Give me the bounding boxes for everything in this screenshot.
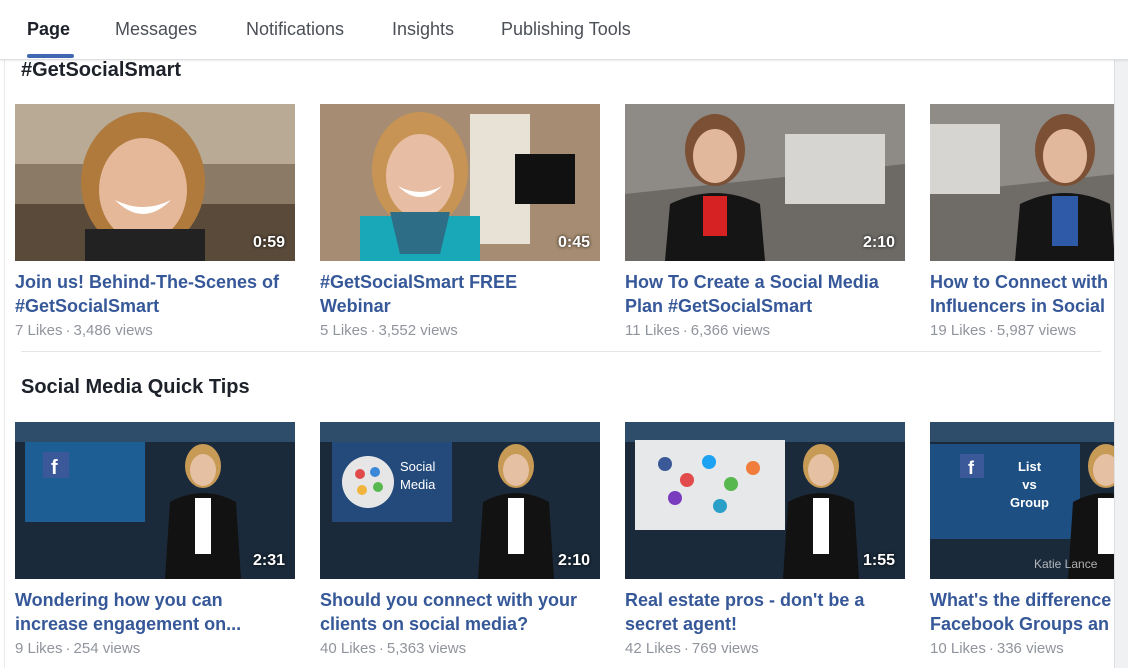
video-thumbnail[interactable]: f 2:31 (15, 422, 295, 579)
tab-insights[interactable]: Insights (392, 19, 454, 40)
meta-separator: · (682, 322, 688, 339)
likes-count: 42 Likes (625, 640, 681, 657)
likes-count: 11 Likes (625, 322, 680, 339)
video-card: f 2:31 Wondering how you can increase en… (15, 422, 295, 657)
likes-count: 9 Likes (15, 640, 63, 657)
active-tab-indicator (27, 54, 74, 58)
tab-page[interactable]: Page (27, 19, 70, 40)
play-video-area[interactable] (320, 104, 600, 261)
video-title-link[interactable]: Wondering how you can increase engagemen… (15, 588, 295, 636)
video-card: 2:10 How To Create a Social Media Plan #… (625, 104, 905, 339)
tab-publishing-tools[interactable]: Publishing Tools (501, 19, 631, 40)
play-video-area[interactable] (15, 104, 295, 261)
views-count: 254 views (73, 640, 141, 657)
likes-count: 7 Likes (15, 322, 63, 339)
views-count: 3,486 views (73, 322, 153, 339)
video-card: 0:59 Join us! Behind-The-Scenes of #GetS… (15, 104, 295, 339)
play-video-area[interactable] (320, 422, 600, 579)
views-count: 336 views (996, 640, 1064, 657)
tab-notifications[interactable]: Notifications (246, 19, 344, 40)
play-video-area[interactable] (930, 422, 1115, 579)
video-card: Social Media 2:10 Should you connect wit… (320, 422, 600, 657)
likes-count: 10 Likes (930, 640, 986, 657)
video-title-link[interactable]: How To Create a Social Media Plan #GetSo… (625, 270, 905, 318)
meta-separator: · (65, 322, 71, 339)
play-video-area[interactable] (15, 422, 295, 579)
video-card: How to Connect with Influencers in Socia… (930, 104, 1115, 339)
meta-separator: · (370, 322, 376, 339)
page-nav-bar: Page Messages Notifications Insights Pub… (0, 0, 1128, 60)
video-stats: 10 Likes · 336 views (930, 640, 1115, 657)
video-stats: 5 Likes · 3,552 views (320, 322, 600, 339)
video-card: 1:55 Real estate pros - don't be a secre… (625, 422, 905, 657)
likes-count: 40 Likes (320, 640, 376, 657)
video-stats: 42 Likes · 769 views (625, 640, 905, 657)
video-thumbnail[interactable]: Social Media 2:10 (320, 422, 600, 579)
views-count: 3,552 views (378, 322, 458, 339)
playlist-title-quick-tips[interactable]: Social Media Quick Tips (21, 376, 250, 399)
video-title-link[interactable]: How to Connect with Influencers in Socia… (930, 270, 1115, 318)
likes-count: 5 Likes (320, 322, 368, 339)
meta-separator: · (988, 640, 994, 657)
video-card: 0:45 #GetSocialSmart FREE Webinar 5 Like… (320, 104, 600, 339)
video-title-link[interactable]: Join us! Behind-The-Scenes of #GetSocial… (15, 270, 295, 318)
video-card: f List vs Group Katie Lance What's the d… (930, 422, 1115, 657)
playlist-title-getsocialsmart[interactable]: #GetSocialSmart (21, 59, 181, 82)
vertical-scrollbar[interactable] (1114, 59, 1128, 668)
play-video-area[interactable] (625, 422, 905, 579)
video-thumbnail[interactable] (930, 104, 1115, 261)
play-video-area[interactable] (625, 104, 905, 261)
video-stats: 19 Likes · 5,987 views (930, 322, 1115, 339)
likes-count: 19 Likes (930, 322, 986, 339)
meta-separator: · (65, 640, 71, 657)
video-stats: 11 Likes · 6,366 views (625, 322, 905, 339)
clipped-header-text (130, 0, 650, 6)
video-title-link[interactable]: Real estate pros - don't be a secret age… (625, 588, 905, 636)
meta-separator: · (988, 322, 994, 339)
tab-messages[interactable]: Messages (115, 19, 197, 40)
video-stats: 9 Likes · 254 views (15, 640, 295, 657)
play-video-area[interactable] (930, 104, 1115, 261)
meta-separator: · (378, 640, 384, 657)
videos-panel: #GetSocialSmart 0:59 Join us! Behind-The… (4, 59, 1115, 668)
views-count: 5,987 views (996, 322, 1077, 339)
views-count: 5,363 views (386, 640, 467, 657)
views-count: 769 views (691, 640, 759, 657)
video-title-link[interactable]: #GetSocialSmart FREE Webinar (320, 270, 600, 318)
video-title-link[interactable]: What's the difference Facebook Groups an (930, 588, 1115, 636)
video-stats: 40 Likes · 5,363 views (320, 640, 600, 657)
video-thumbnail[interactable]: 0:45 (320, 104, 600, 261)
video-thumbnail[interactable]: 0:59 (15, 104, 295, 261)
video-thumbnail[interactable]: 2:10 (625, 104, 905, 261)
meta-separator: · (683, 640, 689, 657)
section-divider (21, 351, 1101, 352)
video-thumbnail[interactable]: 1:55 (625, 422, 905, 579)
video-stats: 7 Likes · 3,486 views (15, 322, 295, 339)
views-count: 6,366 views (690, 322, 770, 339)
video-title-link[interactable]: Should you connect with your clients on … (320, 588, 600, 636)
video-thumbnail[interactable]: f List vs Group Katie Lance (930, 422, 1115, 579)
